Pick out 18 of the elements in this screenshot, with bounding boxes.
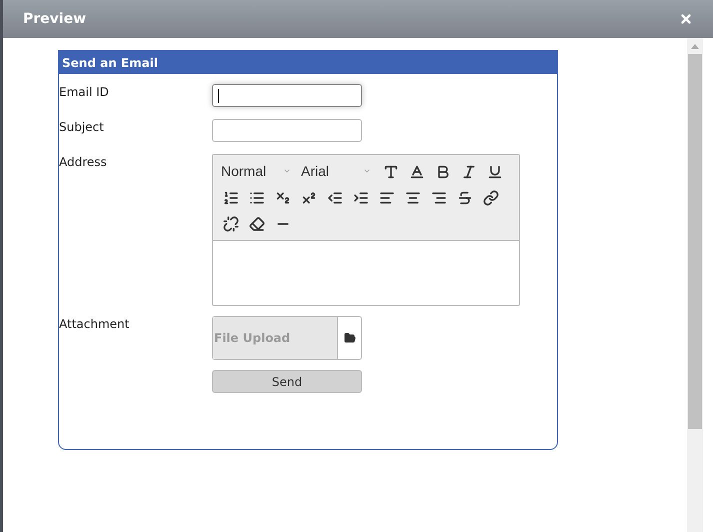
folder-icon: [344, 332, 356, 344]
text-field[interactable]: [212, 84, 362, 107]
field-label: Attachment: [59, 316, 130, 333]
caret-icon: [363, 167, 371, 175]
scrollbar[interactable]: [687, 38, 703, 532]
close-button[interactable]: [679, 12, 693, 26]
toolbar-dropdown[interactable]: Arial: [301, 159, 375, 183]
field-label: Address: [59, 154, 108, 171]
file-upload-field[interactable]: File Upload: [212, 316, 362, 360]
field-label: Subject: [59, 119, 105, 136]
dialog-title: Preview: [23, 10, 86, 28]
toolbar-dropdown[interactable]: Normal: [221, 159, 295, 183]
rich-text-editor[interactable]: Normal Arial: [212, 154, 520, 306]
card-title: Send an Email: [62, 54, 158, 72]
send-button[interactable]: Send: [212, 370, 362, 393]
field-label: Email ID: [59, 84, 110, 101]
caret-icon: [283, 167, 291, 175]
text-field[interactable]: [212, 119, 362, 142]
